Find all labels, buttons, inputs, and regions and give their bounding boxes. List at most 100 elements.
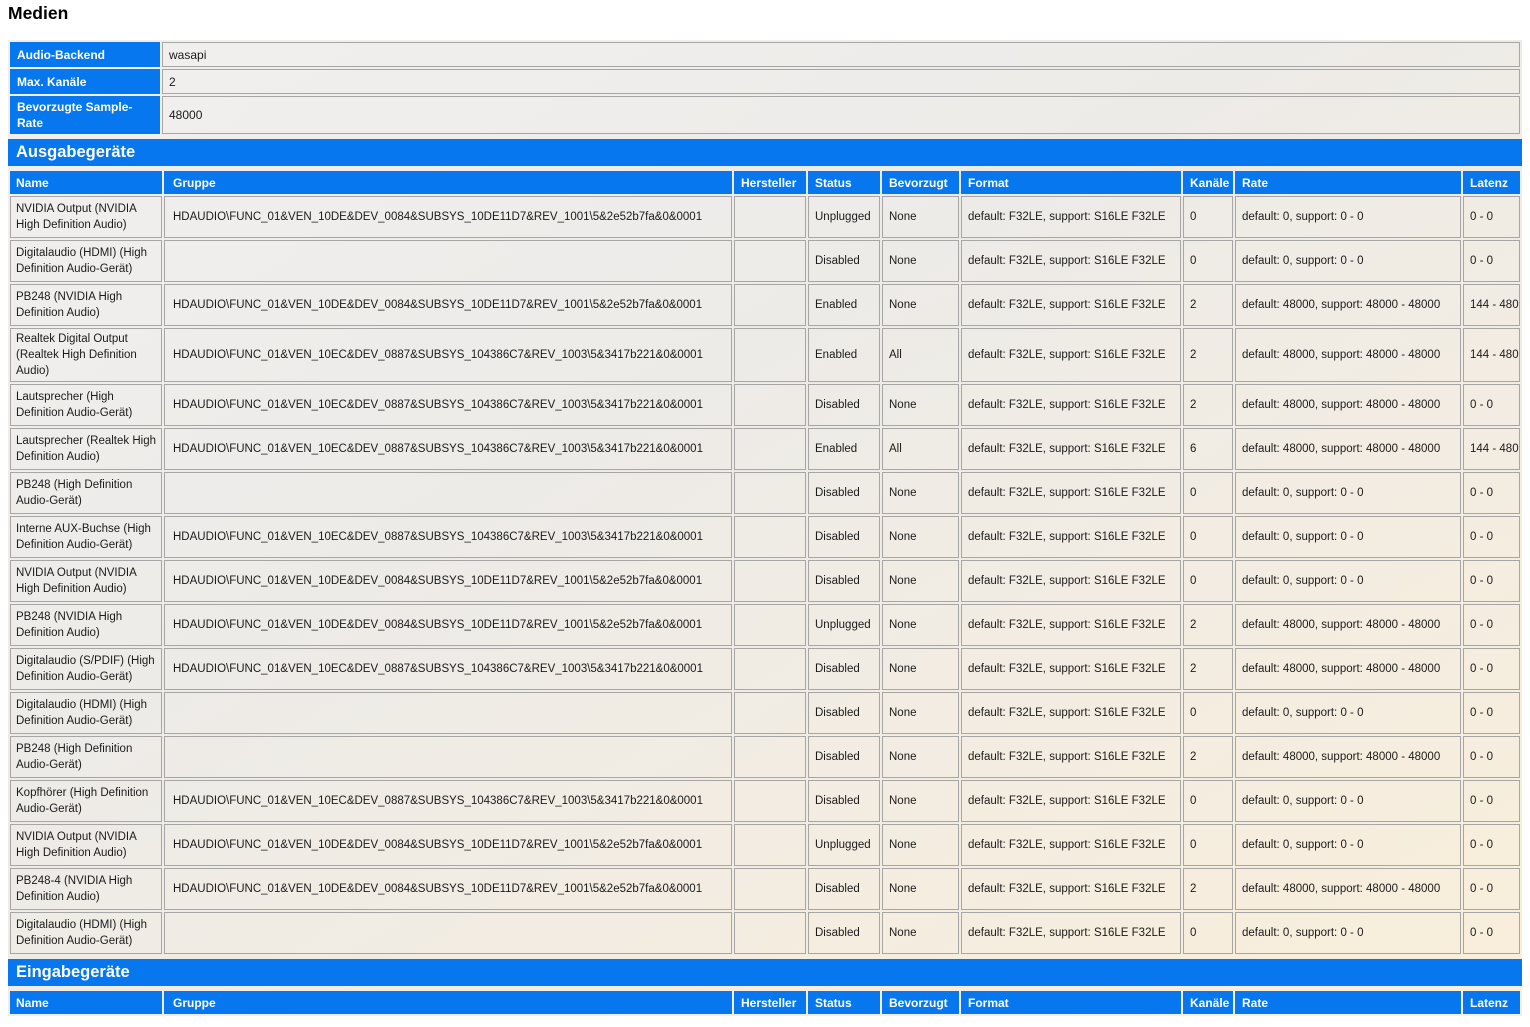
cell-kanaele: 0 bbox=[1183, 692, 1233, 734]
column-header-rate: Rate bbox=[1235, 991, 1461, 1014]
device-row: NVIDIA Output (NVIDIA High Definition Au… bbox=[10, 196, 1520, 238]
column-header-format: Format bbox=[961, 991, 1181, 1014]
cell-kanaele: 6 bbox=[1183, 428, 1233, 470]
cell-gruppe: HDAUDIO\FUNC_01&VEN_10DE&DEV_0084&SUBSYS… bbox=[164, 196, 732, 238]
cell-rate: default: 0, support: 0 - 0 bbox=[1235, 240, 1461, 282]
cell-gruppe bbox=[164, 692, 732, 734]
media-report: Audio-Backend wasapi Max. Kanäle 2 Bevor… bbox=[8, 40, 1522, 1016]
cell-gruppe: HDAUDIO\FUNC_01&VEN_10DE&DEV_0084&SUBSYS… bbox=[164, 824, 732, 866]
column-header-bevorzugt: Bevorzugt bbox=[882, 991, 959, 1014]
cell-gruppe: HDAUDIO\FUNC_01&VEN_10EC&DEV_0887&SUBSYS… bbox=[164, 384, 732, 426]
cell-bevorzugt: None bbox=[882, 824, 959, 866]
device-row: Digitalaudio (S/PDIF) (High Definition A… bbox=[10, 648, 1520, 690]
cell-name: PB248 (NVIDIA High Definition Audio) bbox=[10, 604, 162, 646]
cell-status: Unplugged bbox=[808, 604, 880, 646]
info-value-audio-backend: wasapi bbox=[162, 42, 1520, 67]
column-header-status: Status bbox=[808, 991, 880, 1014]
cell-gruppe: HDAUDIO\FUNC_01&VEN_10DE&DEV_0084&SUBSYS… bbox=[164, 560, 732, 602]
cell-hersteller bbox=[734, 428, 806, 470]
cell-status: Disabled bbox=[808, 560, 880, 602]
column-header-hersteller: Hersteller bbox=[734, 991, 806, 1014]
cell-format: default: F32LE, support: S16LE F32LE bbox=[961, 780, 1181, 822]
device-row: PB248 (NVIDIA High Definition Audio)HDAU… bbox=[10, 604, 1520, 646]
cell-bevorzugt: None bbox=[882, 284, 959, 326]
cell-kanaele: 2 bbox=[1183, 604, 1233, 646]
cell-latenz: 0 - 0 bbox=[1463, 604, 1520, 646]
column-header-kanaele: Kanäle bbox=[1183, 171, 1233, 194]
cell-latenz: 0 - 0 bbox=[1463, 780, 1520, 822]
device-row: Realtek Digital Output (Realtek High Def… bbox=[10, 328, 1520, 382]
cell-latenz: 0 - 0 bbox=[1463, 648, 1520, 690]
cell-hersteller bbox=[734, 328, 806, 382]
cell-latenz: 0 - 0 bbox=[1463, 384, 1520, 426]
cell-status: Unplugged bbox=[808, 824, 880, 866]
column-header-latenz: Latenz bbox=[1463, 171, 1520, 194]
cell-format: default: F32LE, support: S16LE F32LE bbox=[961, 240, 1181, 282]
cell-gruppe: HDAUDIO\FUNC_01&VEN_10EC&DEV_0887&SUBSYS… bbox=[164, 648, 732, 690]
info-value-sample-rate: 48000 bbox=[162, 96, 1520, 134]
device-row: Lautsprecher (High Definition Audio-Gerä… bbox=[10, 384, 1520, 426]
cell-bevorzugt: None bbox=[882, 868, 959, 910]
cell-rate: default: 0, support: 0 - 0 bbox=[1235, 824, 1461, 866]
cell-latenz: 0 - 0 bbox=[1463, 868, 1520, 910]
cell-bevorzugt: None bbox=[882, 516, 959, 558]
cell-format: default: F32LE, support: S16LE F32LE bbox=[961, 472, 1181, 514]
device-row: NVIDIA Output (NVIDIA High Definition Au… bbox=[10, 824, 1520, 866]
column-header-latenz: Latenz bbox=[1463, 991, 1520, 1014]
cell-rate: default: 48000, support: 48000 - 48000 bbox=[1235, 868, 1461, 910]
cell-latenz: 0 - 0 bbox=[1463, 516, 1520, 558]
device-row: PB248-4 (NVIDIA High Definition Audio)HD… bbox=[10, 868, 1520, 910]
info-row: Max. Kanäle 2 bbox=[10, 69, 1520, 94]
cell-kanaele: 0 bbox=[1183, 516, 1233, 558]
cell-name: NVIDIA Output (NVIDIA High Definition Au… bbox=[10, 560, 162, 602]
cell-latenz: 0 - 0 bbox=[1463, 472, 1520, 514]
column-header-gruppe: Gruppe bbox=[164, 991, 732, 1014]
cell-status: Disabled bbox=[808, 912, 880, 954]
cell-status: Disabled bbox=[808, 240, 880, 282]
cell-name: PB248 (NVIDIA High Definition Audio) bbox=[10, 284, 162, 326]
cell-hersteller bbox=[734, 736, 806, 778]
cell-bevorzugt: None bbox=[882, 560, 959, 602]
info-label-sample-rate: Bevorzugte Sample-Rate bbox=[10, 96, 160, 134]
cell-format: default: F32LE, support: S16LE F32LE bbox=[961, 384, 1181, 426]
cell-status: Disabled bbox=[808, 472, 880, 514]
table-header-row: Name Gruppe Hersteller Status Bevorzugt … bbox=[10, 171, 1520, 194]
cell-status: Disabled bbox=[808, 648, 880, 690]
cell-latenz: 144 - 480 bbox=[1463, 284, 1520, 326]
column-header-rate: Rate bbox=[1235, 171, 1461, 194]
cell-rate: default: 48000, support: 48000 - 48000 bbox=[1235, 284, 1461, 326]
cell-hersteller bbox=[734, 472, 806, 514]
cell-latenz: 144 - 480 bbox=[1463, 328, 1520, 382]
info-label-max-kanaele: Max. Kanäle bbox=[10, 69, 160, 94]
cell-name: Digitalaudio (HDMI) (High Definition Aud… bbox=[10, 912, 162, 954]
column-header-gruppe: Gruppe bbox=[164, 171, 732, 194]
column-header-name: Name bbox=[10, 171, 162, 194]
cell-format: default: F32LE, support: S16LE F32LE bbox=[961, 560, 1181, 602]
cell-bevorzugt: None bbox=[882, 912, 959, 954]
cell-bevorzugt: None bbox=[882, 240, 959, 282]
cell-name: Interne AUX-Buchse (High Definition Audi… bbox=[10, 516, 162, 558]
cell-format: default: F32LE, support: S16LE F32LE bbox=[961, 868, 1181, 910]
cell-format: default: F32LE, support: S16LE F32LE bbox=[961, 824, 1181, 866]
info-row: Bevorzugte Sample-Rate 48000 bbox=[10, 96, 1520, 134]
cell-status: Enabled bbox=[808, 428, 880, 470]
column-header-hersteller: Hersteller bbox=[734, 171, 806, 194]
cell-hersteller bbox=[734, 648, 806, 690]
cell-latenz: 0 - 0 bbox=[1463, 196, 1520, 238]
cell-kanaele: 2 bbox=[1183, 284, 1233, 326]
cell-latenz: 0 - 0 bbox=[1463, 692, 1520, 734]
cell-status: Disabled bbox=[808, 780, 880, 822]
cell-bevorzugt: None bbox=[882, 692, 959, 734]
cell-name: PB248 (High Definition Audio-Gerät) bbox=[10, 736, 162, 778]
cell-kanaele: 0 bbox=[1183, 240, 1233, 282]
device-row: Digitalaudio (HDMI) (High Definition Aud… bbox=[10, 240, 1520, 282]
cell-bevorzugt: None bbox=[882, 472, 959, 514]
cell-format: default: F32LE, support: S16LE F32LE bbox=[961, 912, 1181, 954]
output-devices-body: NVIDIA Output (NVIDIA High Definition Au… bbox=[10, 196, 1520, 954]
column-header-format: Format bbox=[961, 171, 1181, 194]
cell-gruppe: HDAUDIO\FUNC_01&VEN_10DE&DEV_0084&SUBSYS… bbox=[164, 604, 732, 646]
cell-kanaele: 2 bbox=[1183, 736, 1233, 778]
cell-hersteller bbox=[734, 692, 806, 734]
cell-name: NVIDIA Output (NVIDIA High Definition Au… bbox=[10, 196, 162, 238]
cell-gruppe bbox=[164, 472, 732, 514]
